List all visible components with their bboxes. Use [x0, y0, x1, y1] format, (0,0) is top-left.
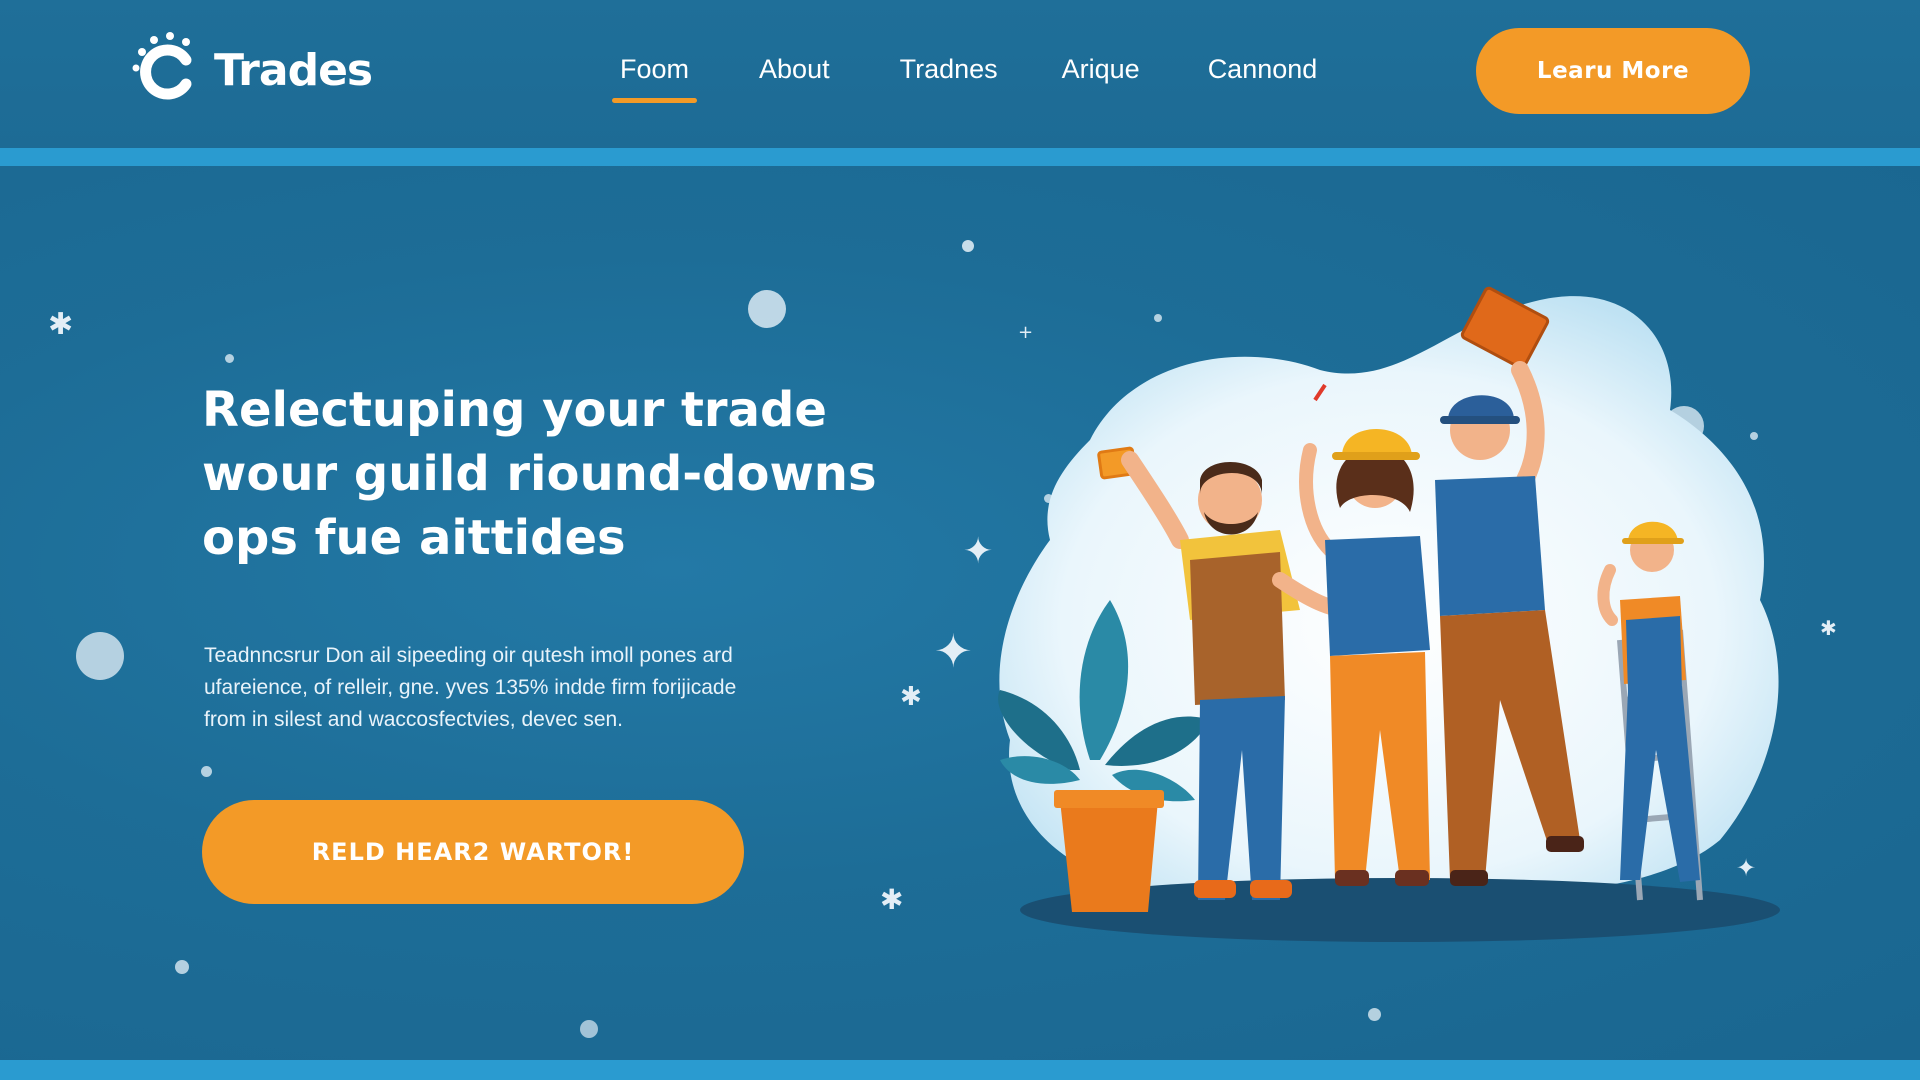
footer-stripe — [0, 1060, 1920, 1080]
hero-headline-line-2: wour guild riound-downs — [202, 446, 877, 502]
decor-dot — [1368, 1008, 1381, 1021]
hero-headline-line-1: Relectuping your trade — [202, 382, 827, 438]
hero-description: Teadnncsrur Don ail sipeeding oir qutesh… — [204, 640, 844, 736]
decor-sparkle: ✦ — [934, 624, 973, 678]
header-divider-stripe — [0, 148, 1920, 166]
nav-item-cannond[interactable]: Cannond — [1200, 44, 1326, 103]
decor-dot — [201, 766, 212, 777]
nav-item-about[interactable]: About — [751, 44, 838, 103]
decor-dot — [748, 290, 786, 328]
nav-item-foom[interactable]: Foom — [612, 44, 698, 103]
decor-sparkle: ✱ — [48, 307, 74, 342]
team-illustration — [998, 286, 1780, 942]
decor-sparkle: ✱ — [880, 883, 904, 916]
decor-dot — [175, 960, 189, 974]
decor-dot — [962, 240, 974, 252]
nav-item-tradnes[interactable]: Tradnes — [892, 44, 1006, 103]
decor-dot — [76, 632, 124, 680]
sun-c-icon — [132, 32, 192, 100]
hero-description-line-3: from in silest and waccosfectvies, devec… — [204, 708, 624, 731]
brand-name: Trades — [214, 44, 373, 96]
decor-dot — [225, 354, 234, 363]
decor-sparkle: ✱ — [900, 682, 922, 712]
hero-description-line-1: Teadnncsrur Don ail sipeeding oir qutesh… — [204, 644, 733, 667]
nav-item-arique[interactable]: Arique — [1054, 44, 1148, 103]
hero-cta-button[interactable]: RELD HEAR2 WARTOR! — [202, 800, 744, 904]
site-header: Trades Foom About Tradnes Arique Cannond… — [0, 0, 1920, 148]
hero-headline: Relectuping your trade wour guild riound… — [202, 378, 902, 570]
hero-headline-line-3: ops fue aittides — [202, 510, 626, 566]
learn-more-button[interactable]: Learu More — [1476, 28, 1750, 114]
decor-dot — [580, 1020, 598, 1038]
brand-logo[interactable]: Trades — [128, 30, 373, 110]
hero-description-line-2: ufareience, of relleir, gne. yves 135% i… — [204, 676, 737, 699]
main-nav: Foom About Tradnes Arique Cannond — [612, 44, 1325, 104]
decor-sparkle: ✱ — [1820, 616, 1837, 640]
hero-section: ✱ ✱ ✱ ✦ ✦ + ✱ ✦ Relectuping your trade w… — [0, 166, 1920, 1060]
